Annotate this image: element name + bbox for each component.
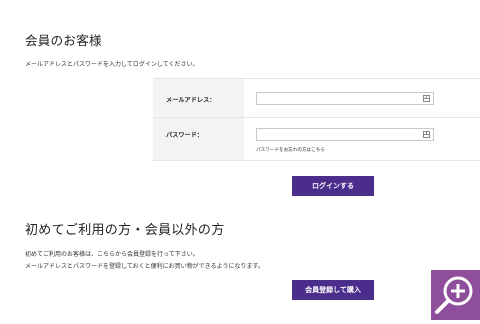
member-section-title: 会員のお客様 xyxy=(25,33,102,48)
guest-instructions-line-1: 初めてご利用のお客様は、こちらから会員登録を行って下さい。 xyxy=(25,251,199,258)
member-instructions: メールアドレスとパスワードを入力してログインしてください。 xyxy=(25,61,199,68)
password-label-cell: パスワード： xyxy=(153,118,244,160)
email-field[interactable] xyxy=(256,92,434,105)
password-label: パスワード： xyxy=(166,132,204,139)
password-manager-icon[interactable] xyxy=(423,131,430,138)
login-form: メールアドレス： パスワード： パスワードをお忘れの方はこちら xyxy=(153,78,480,161)
forgot-password-link[interactable]: パスワードをお忘れの方はこちら xyxy=(256,147,325,153)
email-label-cell: メールアドレス： xyxy=(153,79,244,117)
zoom-in-icon xyxy=(435,276,473,314)
password-field[interactable] xyxy=(256,128,434,141)
zoom-button[interactable] xyxy=(431,270,480,320)
password-manager-icon[interactable] xyxy=(423,95,430,102)
login-button[interactable]: ログインする xyxy=(292,176,374,196)
register-and-purchase-button[interactable]: 会員登録して購入 xyxy=(292,280,374,300)
password-row: パスワード： パスワードをお忘れの方はこちら xyxy=(153,118,480,161)
email-label: メールアドレス： xyxy=(166,97,216,104)
guest-instructions-line-2: メールアドレスとパスワードを登録しておくと便利にお買い物ができるようになります。 xyxy=(25,263,264,270)
email-row: メールアドレス： xyxy=(153,79,480,118)
guest-section-title: 初めてご利用の方・会員以外の方 xyxy=(25,223,225,238)
